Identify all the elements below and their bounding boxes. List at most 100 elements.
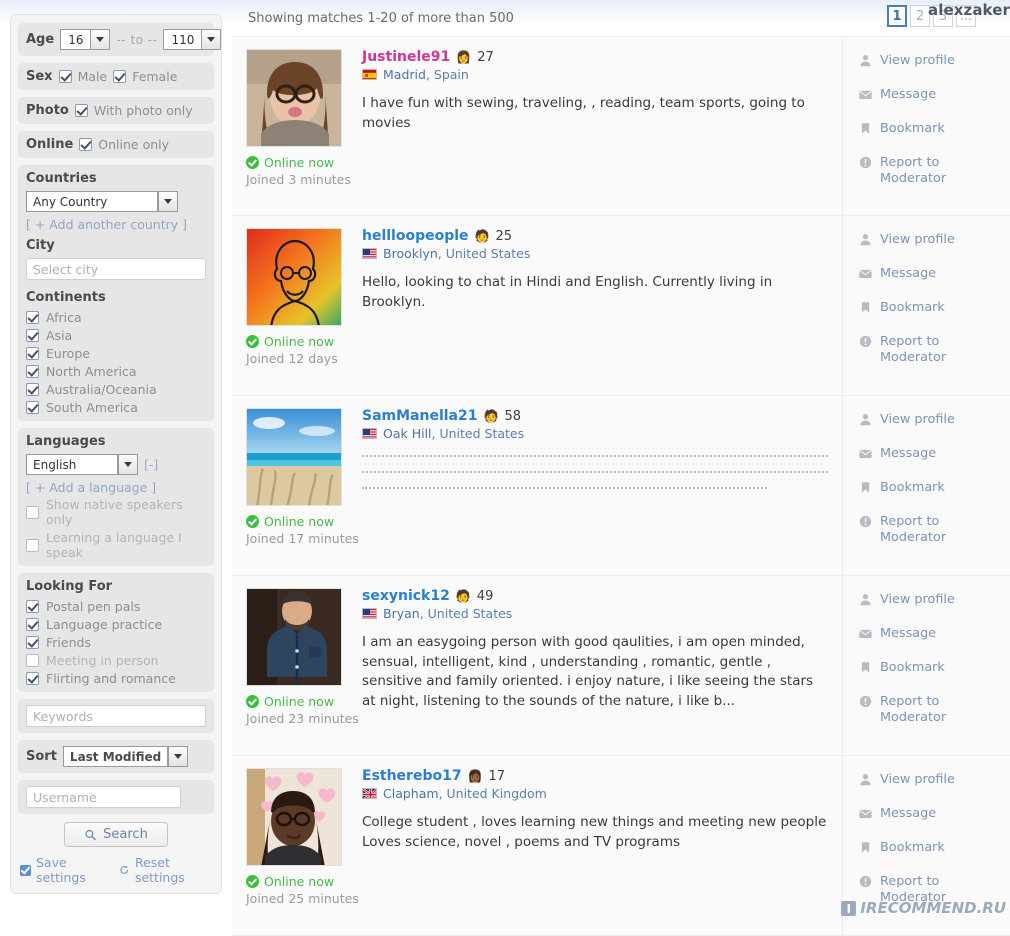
report-to-moderator-action[interactable]: Report to Moderator	[859, 514, 1010, 546]
remove-language-link[interactable]: [-]	[144, 457, 158, 472]
report-to-moderator-action[interactable]: Report to Moderator	[859, 155, 1010, 187]
chevron-down-icon[interactable]	[118, 454, 138, 475]
country-select[interactable]: Any Country	[26, 191, 178, 212]
continent-south-america-checkbox[interactable]	[26, 401, 39, 414]
message-action[interactable]: Message	[859, 446, 1010, 464]
continent-australia-oceania-checkbox[interactable]	[26, 383, 39, 396]
age-min-select[interactable]: 16	[60, 29, 111, 50]
report-to-moderator-action[interactable]: Report to Moderator	[859, 334, 1010, 366]
language-selected-value: English	[26, 454, 118, 475]
profile-blurb: I have fun with sewing, traveling, , rea…	[362, 95, 805, 131]
profile-card[interactable]: Online now Joined 3 minutes Justinele91 …	[232, 36, 1010, 216]
joined-text: Joined 12 days	[246, 351, 338, 366]
learning-language-i-speak-checkbox[interactable]	[26, 538, 39, 552]
avatar-face-icon: 👩🏾	[467, 769, 483, 783]
profile-thumbnail[interactable]	[246, 408, 342, 506]
profile-location[interactable]: Bryan, United States	[383, 606, 512, 621]
blurb-placeholder-line	[362, 487, 768, 489]
profile-username-link[interactable]: hellloopeople	[362, 228, 469, 244]
bookmark-label: Bookmark	[880, 840, 945, 855]
profile-card[interactable]: Online now Joined 17 minutes SamManella2…	[232, 396, 1010, 576]
search-button-label: Search	[103, 827, 148, 842]
search-button[interactable]: Search	[64, 822, 168, 847]
profile-thumbnail[interactable]	[246, 768, 342, 866]
continent-europe-checkbox[interactable]	[26, 347, 39, 360]
profile-thumbnail[interactable]	[246, 49, 342, 147]
profile-location[interactable]: Madrid, Spain	[383, 67, 469, 82]
profile-username-link[interactable]: SamManella21	[362, 408, 478, 424]
save-settings-link[interactable]: Save settings	[36, 855, 111, 885]
sex-male-checkbox[interactable]	[58, 70, 72, 83]
message-action[interactable]: Message	[859, 266, 1010, 284]
sort-select[interactable]: Last Modified	[62, 746, 189, 767]
bookmark-action[interactable]: Bookmark	[859, 840, 1010, 858]
chevron-down-icon[interactable]	[90, 29, 111, 50]
looking-for-postal-pen-pals-checkbox[interactable]	[26, 600, 39, 613]
watermark-badge: I	[841, 900, 857, 916]
profile-card[interactable]: Online now Joined 12 days hellloopeople …	[232, 216, 1010, 396]
reset-settings-link[interactable]: Reset settings	[135, 855, 214, 885]
sex-female-label: Female	[132, 69, 178, 84]
view-profile-action[interactable]: View profile	[859, 412, 1010, 430]
city-input[interactable]	[26, 258, 206, 280]
bookmark-icon	[859, 301, 872, 318]
profile-info-column: hellloopeople 🧑 25 Brooklyn, United Stat…	[362, 216, 842, 395]
view-profile-label: View profile	[880, 412, 955, 427]
continent-label: North America	[46, 364, 137, 379]
continent-label: Europe	[46, 346, 90, 361]
add-a-language-link[interactable]: [ + Add a language ]	[26, 480, 206, 495]
blurb-placeholder-line	[362, 455, 828, 457]
looking-for-friends-checkbox[interactable]	[26, 636, 39, 649]
continent-north-america-checkbox[interactable]	[26, 365, 39, 378]
avatar-face-icon: 🧑	[455, 589, 471, 603]
profile-username-link[interactable]: sexynick12	[362, 588, 450, 604]
bookmark-action[interactable]: Bookmark	[859, 121, 1010, 139]
add-another-country-link[interactable]: [ + Add another country ]	[26, 217, 206, 232]
keywords-input[interactable]	[26, 705, 206, 727]
report-to-moderator-action[interactable]: Report to Moderator	[859, 694, 1010, 726]
native-speakers-only-checkbox[interactable]	[26, 505, 39, 519]
bookmark-action[interactable]: Bookmark	[859, 480, 1010, 498]
looking-for-language-practice-checkbox[interactable]	[26, 618, 39, 631]
profile-location[interactable]: Oak Hill, United States	[383, 426, 524, 441]
chevron-down-icon[interactable]	[158, 191, 178, 212]
profile-location[interactable]: Clapham, United Kingdom	[383, 786, 547, 801]
save-settings-checkbox[interactable]	[20, 864, 31, 876]
continent-asia-checkbox[interactable]	[26, 329, 39, 342]
continent-africa-checkbox[interactable]	[26, 311, 39, 324]
message-action[interactable]: Message	[859, 626, 1010, 644]
age-max-select[interactable]: 110	[163, 29, 222, 50]
profile-card[interactable]: Online now Joined 23 minutes sexynick12 …	[232, 576, 1010, 756]
view-profile-action[interactable]: View profile	[859, 232, 1010, 250]
profile-actions-column: View profile Message Bookmark Report to …	[842, 37, 1010, 215]
username-input[interactable]	[26, 786, 181, 808]
profile-age: 58	[504, 408, 521, 424]
sex-female-checkbox[interactable]	[113, 70, 127, 83]
chevron-down-icon[interactable]	[168, 746, 189, 767]
page-1-button[interactable]: 1	[887, 5, 907, 27]
bookmark-action[interactable]: Bookmark	[859, 660, 1010, 678]
view-profile-action[interactable]: View profile	[859, 592, 1010, 610]
exclamation-circle-icon	[859, 695, 872, 712]
report-label: Report to Moderator	[880, 155, 947, 186]
view-profile-action[interactable]: View profile	[859, 53, 1010, 71]
with-photo-only-label: With photo only	[93, 103, 193, 118]
view-profile-action[interactable]: View profile	[859, 772, 1010, 790]
message-action[interactable]: Message	[859, 87, 1010, 105]
bookmark-action[interactable]: Bookmark	[859, 300, 1010, 318]
profile-location[interactable]: Brooklyn, United States	[383, 246, 530, 261]
language-select[interactable]: English	[26, 454, 138, 475]
online-only-checkbox[interactable]	[79, 138, 93, 151]
profile-username-link[interactable]: Estherebo17	[362, 768, 462, 784]
profile-username-link[interactable]: Justinele91	[362, 49, 450, 65]
profile-thumbnail[interactable]	[246, 228, 342, 326]
with-photo-only-checkbox[interactable]	[74, 104, 88, 117]
profile-thumbnail[interactable]	[246, 588, 342, 686]
looking-for-meeting-in-person-checkbox[interactable]	[26, 654, 39, 667]
online-label: Online	[26, 137, 74, 152]
chevron-down-icon[interactable]	[201, 29, 222, 50]
looking-for-flirting-romance-checkbox[interactable]	[26, 672, 39, 685]
profile-info-column: Justinele91 👩 27 Madrid, Spain I have fu…	[362, 37, 842, 215]
profile-name-row: hellloopeople 🧑 25	[362, 228, 828, 244]
message-action[interactable]: Message	[859, 806, 1010, 824]
